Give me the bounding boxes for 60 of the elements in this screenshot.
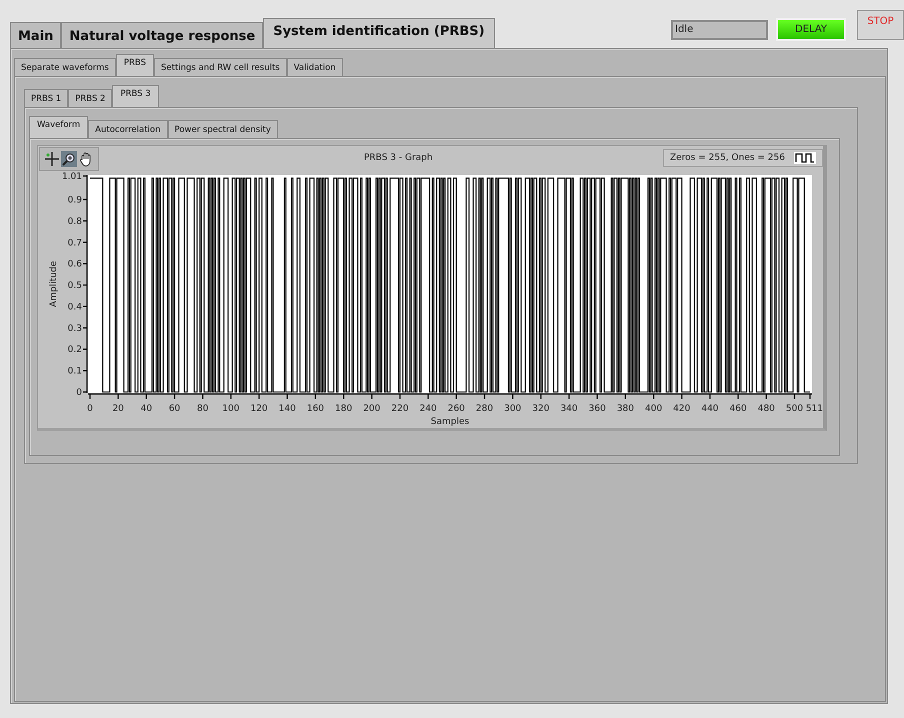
tick-label: 0.9 bbox=[68, 196, 82, 206]
tick-label: 400 bbox=[645, 404, 662, 414]
tick-label: 0.2 bbox=[68, 345, 82, 356]
axis-label: Amplitude bbox=[49, 260, 59, 308]
tick-label: 0.7 bbox=[68, 238, 82, 248]
tab[interactable]: System identification (PRBS) bbox=[263, 18, 495, 48]
crosshair-icon[interactable] bbox=[44, 150, 60, 166]
tick-label: 500 bbox=[786, 404, 804, 414]
tick-label: 240 bbox=[420, 404, 437, 414]
tick-label: 260 bbox=[448, 404, 465, 414]
tick-label: 120 bbox=[250, 404, 268, 414]
tick-label: 0.4 bbox=[68, 302, 82, 312]
tick-label: 480 bbox=[758, 404, 775, 414]
tick-label: 511 bbox=[806, 404, 823, 414]
tab[interactable]: PRBS 1 bbox=[24, 89, 68, 107]
tab[interactable]: Validation bbox=[286, 58, 343, 76]
tick-label: 20 bbox=[112, 404, 124, 414]
tick-label: 340 bbox=[560, 404, 578, 414]
tab[interactable]: Autocorrelation bbox=[88, 120, 168, 138]
tick-label: 40 bbox=[140, 404, 152, 414]
legend-label: Zeros = 255, Ones = 256 bbox=[670, 153, 785, 163]
tick-label: 420 bbox=[673, 404, 690, 414]
tick-label: 440 bbox=[701, 404, 719, 414]
tick-label: 80 bbox=[197, 404, 208, 414]
tick-label: 160 bbox=[306, 404, 324, 414]
zoom-icon[interactable] bbox=[61, 150, 77, 166]
tick-label: 100 bbox=[222, 404, 240, 414]
delay-button[interactable]: DELAY bbox=[776, 18, 846, 41]
tick-label: 220 bbox=[391, 404, 409, 414]
graph-title: PRBS 3 - Graph bbox=[364, 153, 433, 163]
tick-label: 0 bbox=[87, 404, 93, 414]
axis-label: Samples bbox=[430, 417, 470, 427]
tab[interactable]: Main bbox=[10, 22, 62, 48]
tick-label: 360 bbox=[588, 404, 606, 414]
tick-label: 0.5 bbox=[68, 281, 82, 292]
tick-label: 200 bbox=[363, 404, 380, 414]
tab[interactable]: PRBS 2 bbox=[68, 89, 112, 107]
tick-label: 1.01 bbox=[62, 172, 82, 182]
tab[interactable]: Waveform bbox=[29, 116, 88, 138]
tick-label: 380 bbox=[616, 404, 634, 414]
tick-label: 0.8 bbox=[68, 216, 82, 227]
tick-label: 280 bbox=[476, 404, 494, 414]
tick-label: 180 bbox=[335, 404, 352, 414]
tick-label: 300 bbox=[504, 404, 522, 414]
tick-label: 0.1 bbox=[68, 366, 82, 377]
tick-label: 320 bbox=[532, 404, 550, 414]
tick-label: 140 bbox=[278, 404, 296, 414]
tab[interactable]: PRBS 3 bbox=[112, 85, 159, 107]
tab[interactable]: Settings and RW cell results bbox=[154, 58, 287, 76]
tick-label: 460 bbox=[730, 404, 747, 414]
tab[interactable]: Natural voltage response bbox=[61, 22, 264, 48]
tab[interactable]: Separate waveforms bbox=[14, 58, 116, 76]
tick-label: 0 bbox=[76, 388, 82, 398]
tick-label: 60 bbox=[168, 404, 180, 414]
status-field[interactable]: Idle bbox=[671, 20, 768, 40]
tick-label: 0.6 bbox=[68, 260, 82, 270]
tick-label: 0.3 bbox=[68, 324, 82, 334]
square-wave-icon bbox=[794, 152, 816, 164]
tab[interactable]: PRBS bbox=[116, 54, 154, 76]
tab[interactable]: Power spectral density bbox=[168, 120, 278, 138]
